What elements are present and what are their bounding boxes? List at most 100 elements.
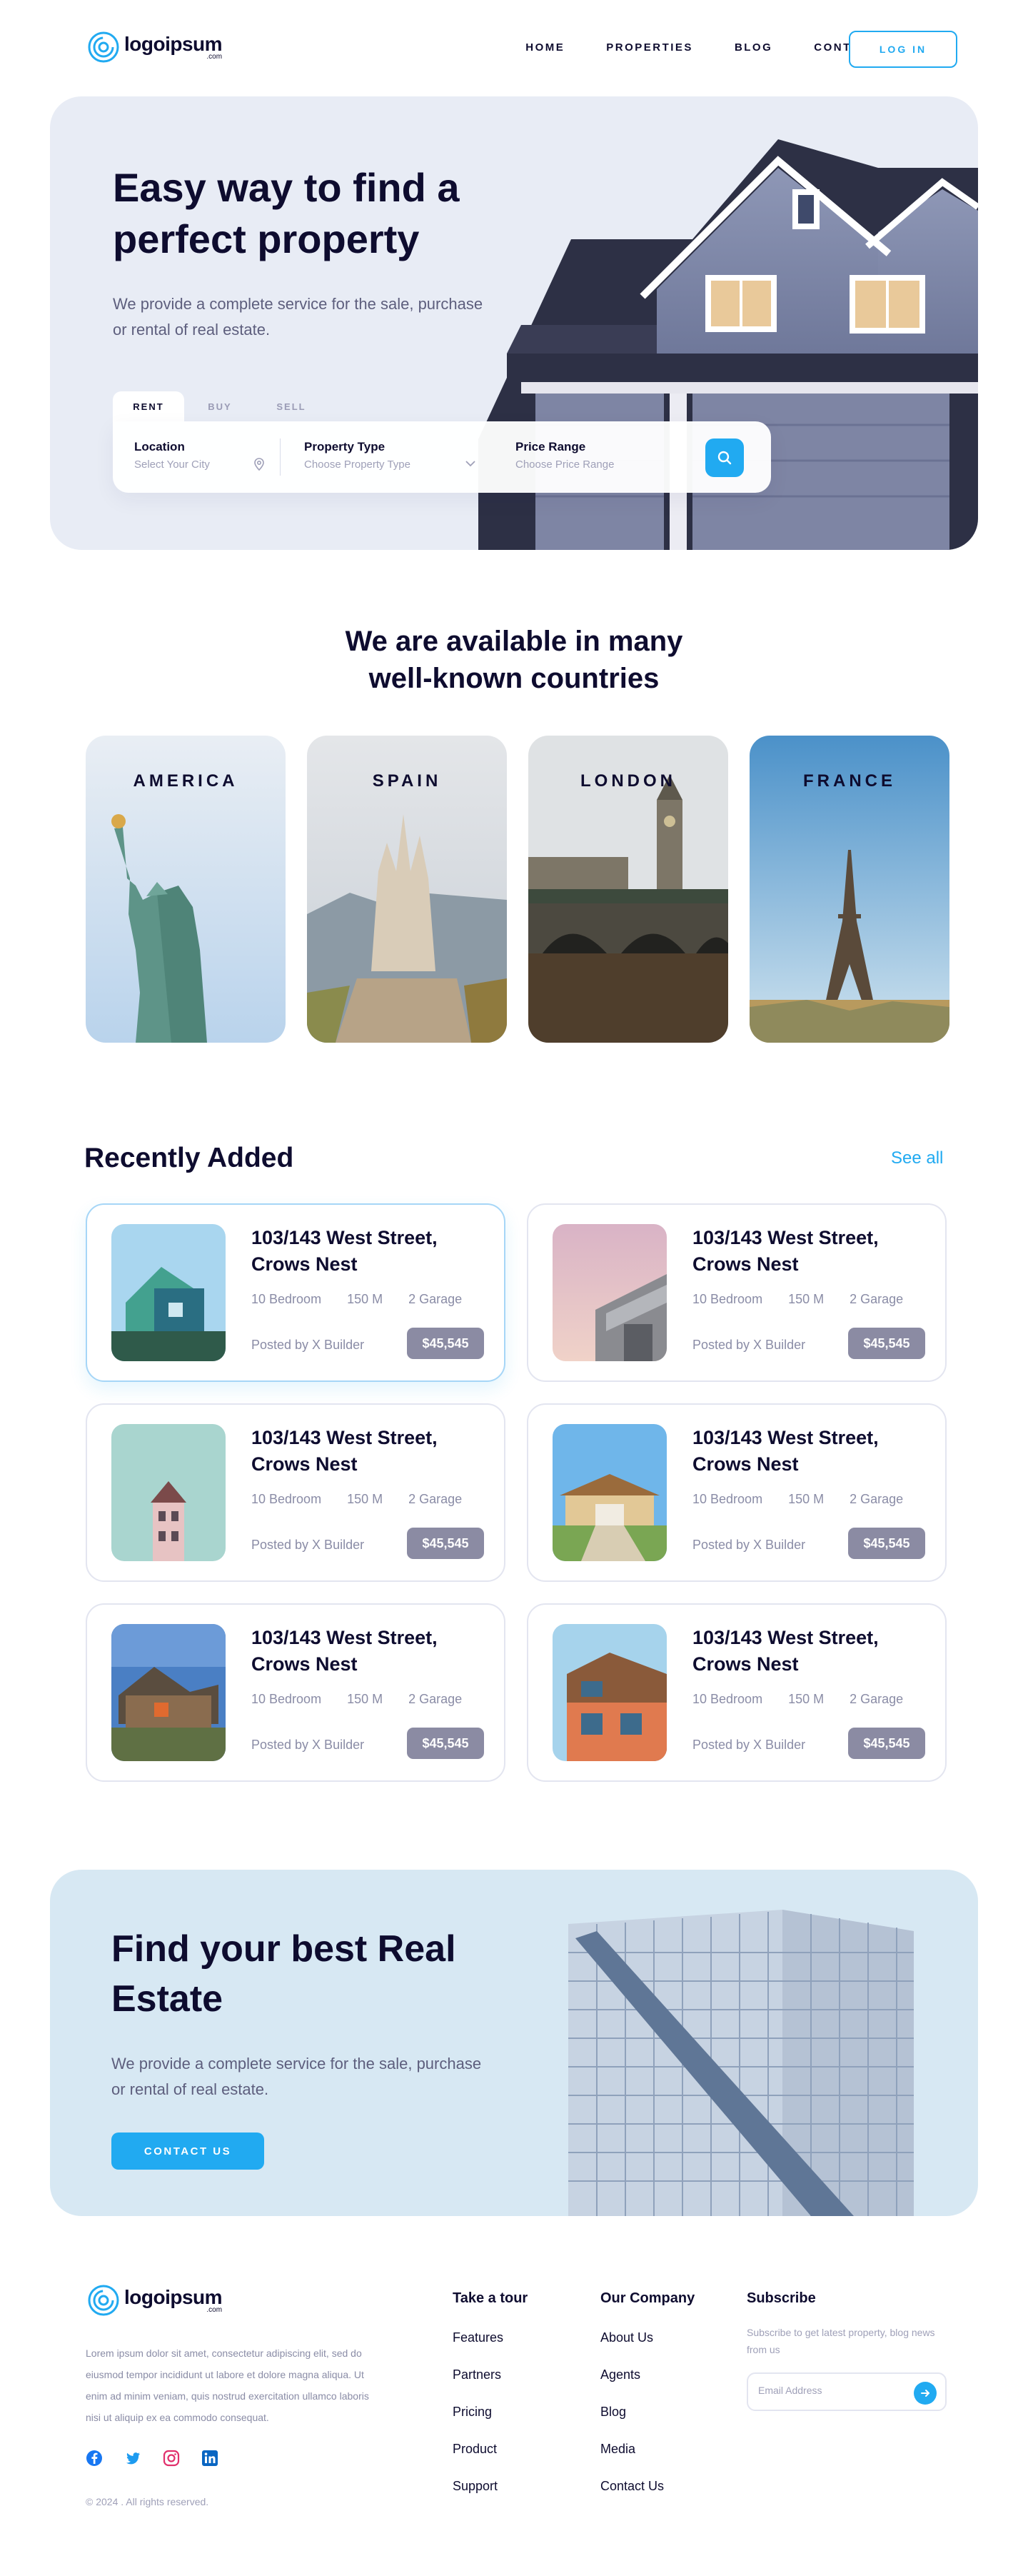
footer-link-contact[interactable]: Contact Us (600, 2478, 695, 2494)
subscribe-title: Subscribe (747, 2290, 816, 2306)
property-title: 103/143 West Street, Crows Nest (251, 1627, 438, 1675)
logo-swirl-icon (88, 31, 119, 63)
search-button[interactable] (705, 438, 744, 477)
property-meta: 10 Bedroom 150 M 2 Garage (251, 1492, 462, 1507)
top-nav: logoipsum .com HOME PROPERTIES BLOG CONT… (0, 0, 1028, 96)
chevron-down-icon[interactable] (465, 461, 475, 467)
property-card[interactable]: 103/143 West Street, Crows Nest 10 Bedro… (527, 1603, 947, 1782)
property-card[interactable]: 103/143 West Street, Crows Nest 10 Bedro… (86, 1403, 505, 1582)
footer-logo-text: logoipsum (124, 2285, 223, 2308)
footer-description: Lorem ipsum dolor sit amet, consectetur … (86, 2347, 369, 2423)
linkedin-icon[interactable] (201, 2450, 218, 2467)
footer-link-blog[interactable]: Blog (600, 2404, 695, 2420)
country-name-spain: SPAIN (372, 771, 442, 791)
see-all-link[interactable]: See all (891, 1148, 943, 1168)
property-title: 103/143 West Street, Crows Nest (692, 1627, 879, 1675)
search-divider (280, 438, 281, 476)
login-button[interactable]: LOG IN (849, 31, 957, 68)
tab-rent[interactable]: RENT (113, 391, 184, 421)
countries-title-line1: We are available in many (345, 626, 683, 657)
property-bedrooms: 10 Bedroom (251, 1692, 322, 1706)
property-area: 150 M (347, 1292, 383, 1306)
property-title: 103/143 West Street, Crows Nest (251, 1427, 438, 1475)
contact-us-button[interactable]: CONTACT US (111, 2133, 264, 2170)
footer-logo[interactable]: logoipsum .com (87, 2284, 223, 2317)
instagram-icon[interactable] (163, 2450, 180, 2467)
property-grid: 103/143 West Street, Crows Nest 10 Bedro… (86, 1203, 947, 1782)
search-tabs: RENT BUY SELL (113, 391, 327, 421)
property-posted-by: Posted by X Builder (251, 1338, 365, 1352)
footer-col-subscribe: Subscribe Subscribe to get latest proper… (747, 2290, 947, 2411)
property-bedrooms: 10 Bedroom (692, 1292, 763, 1306)
property-area: 150 M (788, 1492, 825, 1506)
email-input[interactable] (758, 2385, 901, 2396)
copyright: © 2024 . All rights reserved. (86, 2496, 209, 2507)
nav-link-properties[interactable]: PROPERTIES (606, 41, 693, 54)
property-price-badge: $45,545 (848, 1528, 925, 1559)
footer-link-agents[interactable]: Agents (600, 2367, 695, 2382)
logo-text: logoipsum (124, 32, 223, 55)
footer-col-tour: Take a tour Features Partners Pricing Pr… (453, 2290, 528, 2515)
location-placeholder: Select Your City (134, 458, 210, 471)
cta-subtitle: We provide a complete service for the sa… (111, 2055, 482, 2098)
property-posted-by: Posted by X Builder (692, 1738, 806, 1752)
footer-link-pricing[interactable]: Pricing (453, 2404, 528, 2420)
nav-link-home[interactable]: HOME (525, 41, 565, 54)
property-meta: 10 Bedroom 150 M 2 Garage (692, 1292, 903, 1307)
hero-title: Easy way to find a perfect property (113, 165, 460, 261)
footer-link-product[interactable]: Product (453, 2441, 528, 2457)
property-card[interactable]: 103/143 West Street, Crows Nest 10 Bedro… (86, 1203, 505, 1382)
footer-link-features[interactable]: Features (453, 2330, 528, 2345)
property-title: 103/143 West Street, Crows Nest (251, 1227, 438, 1275)
price-range-placeholder: Choose Price Range (515, 458, 615, 471)
nav-link-blog[interactable]: BLOG (735, 41, 772, 54)
search-icon (717, 451, 732, 465)
footer-col-company-title: Our Company (600, 2290, 695, 2306)
email-subscribe-form (747, 2372, 947, 2411)
hero-section: Easy way to find a perfect property We p… (50, 96, 978, 550)
footer-link-support[interactable]: Support (453, 2478, 528, 2494)
logo[interactable]: logoipsum .com (87, 31, 223, 64)
hero-subtitle: We provide a complete service for the sa… (113, 295, 483, 339)
property-image (111, 1624, 226, 1761)
footer: logoipsum .com Lorem ipsum dolor sit ame… (0, 2271, 1028, 2576)
country-card-america[interactable]: AMERICA (86, 736, 286, 1043)
price-range-field[interactable]: Price Range Choose Price Range (515, 440, 614, 471)
footer-link-partners[interactable]: Partners (453, 2367, 528, 2382)
footer-link-media[interactable]: Media (600, 2441, 695, 2457)
country-card-london[interactable]: LONDON (528, 736, 728, 1043)
twitter-icon[interactable] (124, 2450, 141, 2467)
facebook-icon[interactable] (86, 2450, 103, 2467)
property-card[interactable]: 103/143 West Street, Crows Nest 10 Bedro… (86, 1603, 505, 1782)
tab-buy[interactable]: BUY (184, 391, 256, 421)
logo-swirl-icon (88, 2285, 119, 2316)
property-title: 103/143 West Street, Crows Nest (692, 1227, 879, 1275)
property-meta: 10 Bedroom 150 M 2 Garage (692, 1692, 903, 1707)
property-image (553, 1424, 667, 1561)
property-posted-by: Posted by X Builder (251, 1738, 365, 1752)
subscribe-submit-button[interactable] (914, 2382, 937, 2405)
property-area: 150 M (347, 1692, 383, 1706)
property-type-field[interactable]: Property Type Choose Property Type (304, 440, 410, 471)
pin-icon (254, 458, 264, 471)
country-name-london: LONDON (580, 771, 676, 791)
country-card-france[interactable]: FRANCE (750, 736, 949, 1043)
social-links (86, 2450, 218, 2467)
property-area: 150 M (788, 1692, 825, 1706)
property-card[interactable]: 103/143 West Street, Crows Nest 10 Bedro… (527, 1203, 947, 1382)
property-image (553, 1224, 667, 1361)
property-image (111, 1424, 226, 1561)
footer-col-company: Our Company About Us Agents Blog Media C… (600, 2290, 695, 2515)
property-meta: 10 Bedroom 150 M 2 Garage (251, 1692, 462, 1707)
country-card-spain[interactable]: SPAIN (307, 736, 507, 1043)
footer-link-about[interactable]: About Us (600, 2330, 695, 2345)
property-card[interactable]: 103/143 West Street, Crows Nest 10 Bedro… (527, 1403, 947, 1582)
property-garage: 2 Garage (850, 1492, 904, 1506)
arrow-right-icon (921, 2390, 929, 2397)
recently-added-title: Recently Added (84, 1143, 294, 1173)
location-field[interactable]: Location Select Your City (134, 440, 210, 471)
property-image (553, 1624, 667, 1761)
property-price-badge: $45,545 (407, 1728, 484, 1759)
tab-sell[interactable]: SELL (256, 391, 327, 421)
property-garage: 2 Garage (408, 1492, 463, 1506)
